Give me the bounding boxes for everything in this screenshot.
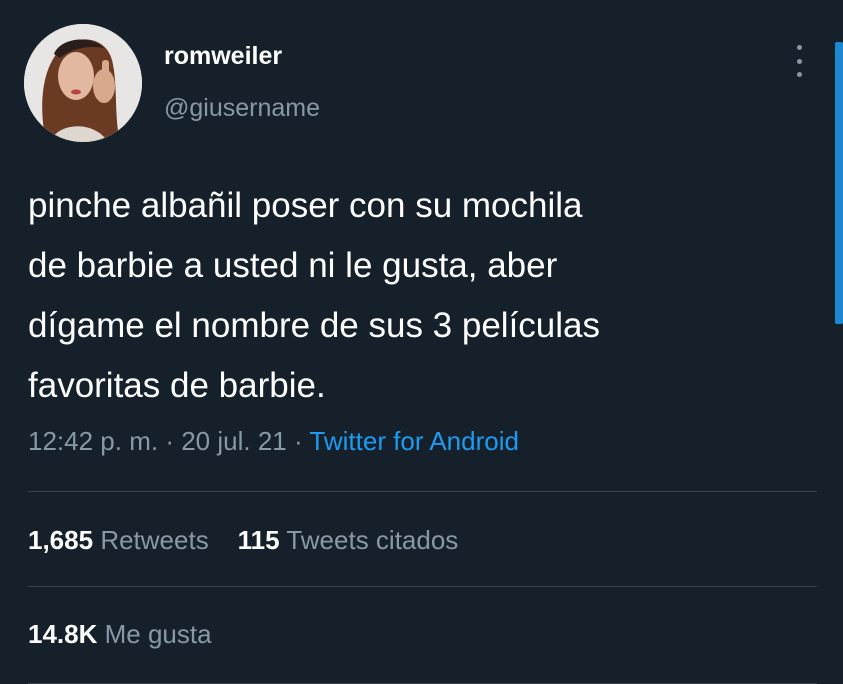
- meta-separator: ·: [165, 426, 174, 456]
- tweet-text-line: dígame el nombre de sus 3 películas: [28, 306, 600, 345]
- quotes-count: 115: [237, 525, 280, 555]
- avatar-image: [24, 24, 142, 142]
- retweets-stat[interactable]: 1,685 Retweets: [28, 525, 209, 555]
- tweet-text-line: de barbie a usted ni le gusta, aber: [28, 246, 558, 285]
- tweet-metadata: 12:42 p. m. · 20 jul. 21 · Twitter for A…: [28, 426, 519, 457]
- retweets-label: Retweets: [100, 525, 209, 555]
- display-name[interactable]: romweiler: [164, 42, 282, 71]
- quotes-label: Tweets citados: [286, 525, 459, 555]
- tweet-text-line: favoritas de barbie.: [28, 366, 326, 405]
- meta-separator: ·: [293, 426, 303, 456]
- quotes-stat[interactable]: 115 Tweets citados: [238, 525, 459, 555]
- tweet-detail: romweiler @giusername pinche albañil pos…: [0, 0, 843, 684]
- scrollbar[interactable]: [835, 42, 843, 324]
- likes-count: 14.8K: [28, 619, 98, 649]
- likes-label: Me gusta: [104, 619, 212, 649]
- divider: [28, 491, 817, 492]
- more-options-button[interactable]: [786, 42, 812, 80]
- retweets-count: 1,685: [28, 525, 94, 555]
- tweet-time[interactable]: 12:42 p. m.: [28, 426, 158, 456]
- likes-stat[interactable]: 14.8K Me gusta: [28, 619, 212, 649]
- retweet-stats-row: 1,685 Retweets 115 Tweets citados: [28, 525, 458, 556]
- tweet-source-link[interactable]: Twitter for Android: [309, 426, 519, 456]
- avatar[interactable]: [24, 24, 142, 142]
- more-vertical-icon: [796, 45, 802, 50]
- tweet-text-line: pinche albañil poser con su mochila: [28, 186, 583, 225]
- divider: [28, 586, 817, 587]
- user-handle[interactable]: @giusername: [164, 94, 320, 123]
- likes-stats-row: 14.8K Me gusta: [28, 619, 212, 650]
- tweet-date[interactable]: 20 jul. 21: [181, 426, 287, 456]
- tweet-text: pinche albañil poser con su mochila de b…: [28, 176, 808, 416]
